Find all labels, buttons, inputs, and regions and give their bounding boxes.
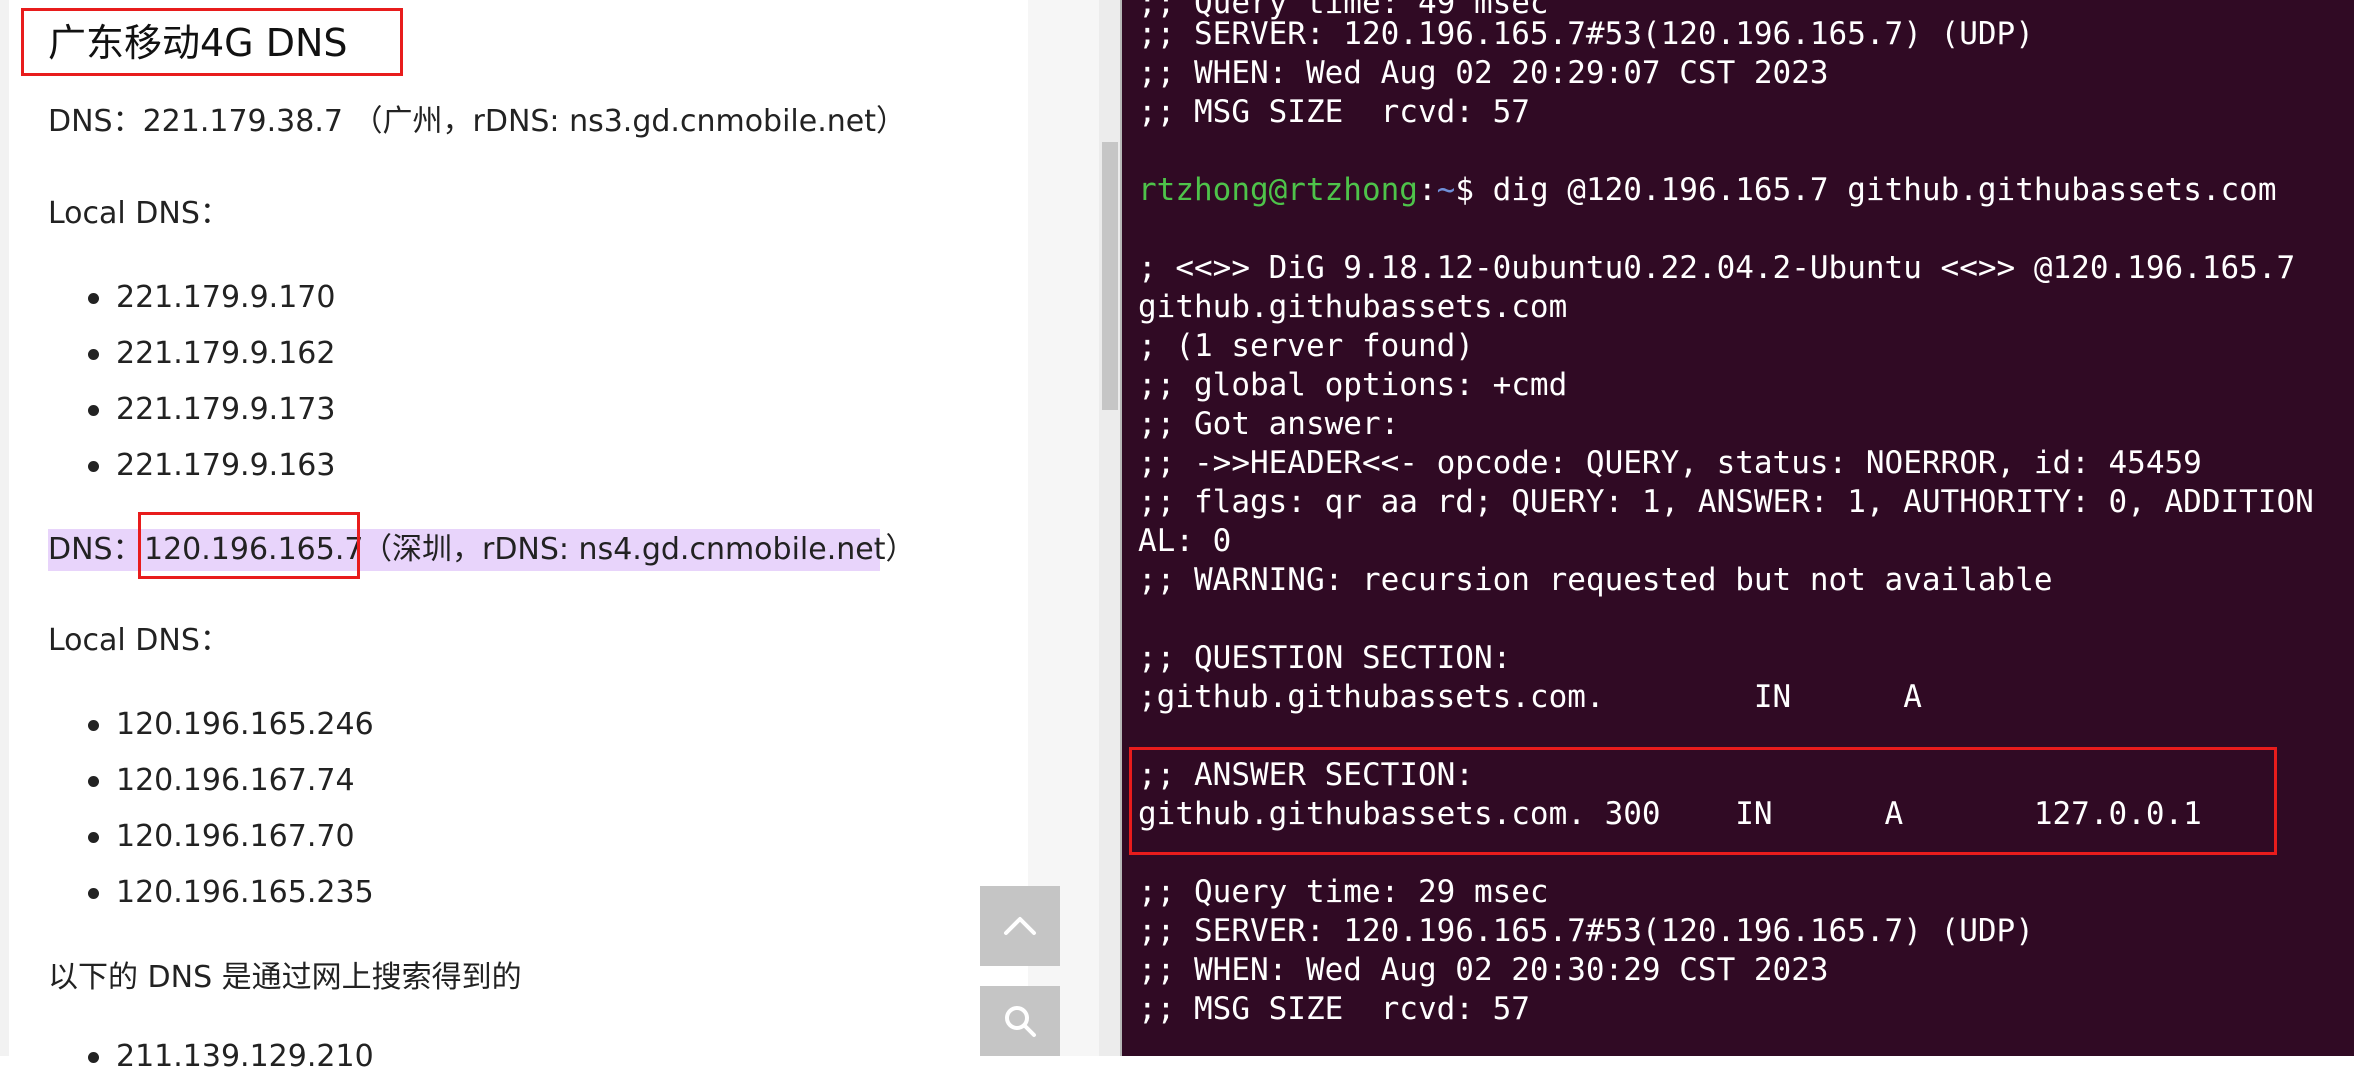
list-bullet — [88, 349, 99, 360]
local-dns-label: Local DNS： — [48, 623, 230, 658]
scroll-to-top-button[interactable] — [980, 886, 1060, 966]
search-note: 以下的 DNS 是通过网上搜索得到的 — [48, 960, 522, 995]
terminal-prompt: rtzhong@rtzhong:~$ dig @120.196.165.7 gi… — [1138, 171, 2277, 210]
chevron-up-icon — [1004, 917, 1036, 935]
heading-annotation-box — [21, 8, 403, 76]
terminal-line: ;; SERVER: 120.196.165.7#53(120.196.165.… — [1138, 16, 2034, 52]
terminal-line: ;; MSG SIZE rcvd: 57 — [1138, 94, 1530, 130]
list-item: 120.196.165.235 — [116, 875, 374, 910]
dns-primary-line: DNS：221.179.38.7 （广州，rDNS: ns3.gd.cnmobi… — [48, 104, 906, 139]
prompt-user: rtzhong@rtzhong — [1138, 172, 1418, 208]
search-button[interactable] — [980, 986, 1060, 1056]
list-item: 120.196.165.246 — [116, 707, 374, 742]
terminal-line: ;; QUESTION SECTION: — [1138, 640, 1512, 676]
list-bullet — [88, 720, 99, 731]
terminal-line: ;; flags: qr aa rd; QUERY: 1, ANSWER: 1,… — [1138, 484, 2314, 520]
terminal-line: ;github.githubassets.com. IN A — [1138, 679, 1922, 715]
terminal-line: ;; MSG SIZE rcvd: 57 — [1138, 991, 1530, 1027]
list-bullet — [88, 405, 99, 416]
list-item: 120.196.167.70 — [116, 819, 355, 854]
terminal-line: AL: 0 — [1138, 523, 1232, 559]
list-item: 221.179.9.163 — [116, 448, 336, 483]
prompt-path: ~ — [1436, 172, 1456, 208]
list-bullet — [88, 1052, 99, 1063]
terminal-window[interactable]: ;; Query time: 49 msec ;; SERVER: 120.19… — [1122, 0, 2354, 1056]
dns-secondary-location: （深圳，rDNS: ns4.gd.cnmobile.net） — [362, 532, 916, 567]
list-bullet — [88, 776, 99, 787]
terminal-line: ;; SERVER: 120.196.165.7#53(120.196.165.… — [1138, 913, 2034, 949]
terminal-line: ;; global options: +cmd — [1138, 367, 1568, 403]
local-dns-label: Local DNS： — [48, 196, 230, 231]
terminal-line: ;; ->>HEADER<<- opcode: QUERY, status: N… — [1138, 445, 2202, 481]
ip-annotation-box — [138, 512, 360, 579]
scrollbar-thumb[interactable] — [1102, 142, 1118, 410]
terminal-line: ;; WHEN: Wed Aug 02 20:29:07 CST 2023 — [1138, 55, 1829, 91]
article-pane: 广东移动4G DNS DNS：221.179.38.7 （广州，rDNS: ns… — [0, 0, 1120, 1074]
search-icon — [1005, 1006, 1036, 1037]
prompt-colon: : — [1417, 172, 1437, 208]
list-bullet — [88, 888, 99, 899]
list-item: 221.179.9.173 — [116, 392, 336, 427]
list-item: 221.179.9.162 — [116, 336, 336, 371]
terminal-line: ; (1 server found) — [1138, 328, 1474, 364]
list-bullet — [88, 832, 99, 843]
terminal-line: ; <<>> DiG 9.18.12-0ubuntu0.22.04.2-Ubun… — [1138, 250, 2296, 286]
terminal-line: github.githubassets.com — [1138, 289, 1568, 325]
list-bullet — [88, 293, 99, 304]
terminal-line: ;; WHEN: Wed Aug 02 20:30:29 CST 2023 — [1138, 952, 1829, 988]
terminal-line: ;; WARNING: recursion requested but not … — [1138, 562, 2053, 598]
dns-secondary-prefix: DNS： — [48, 532, 143, 567]
terminal-line: ;; Query time: 29 msec — [1138, 874, 1549, 910]
list-item: 211.139.129.210 — [116, 1039, 374, 1074]
prompt-command: $ dig @120.196.165.7 github.githubassets… — [1455, 172, 2277, 208]
list-bullet — [88, 461, 99, 472]
terminal-line: ;; Got answer: — [1138, 406, 1400, 442]
list-item: 221.179.9.170 — [116, 280, 336, 315]
list-item: 120.196.167.74 — [116, 763, 355, 798]
answer-annotation-box — [1129, 747, 2277, 855]
page-edge — [0, 0, 9, 1056]
